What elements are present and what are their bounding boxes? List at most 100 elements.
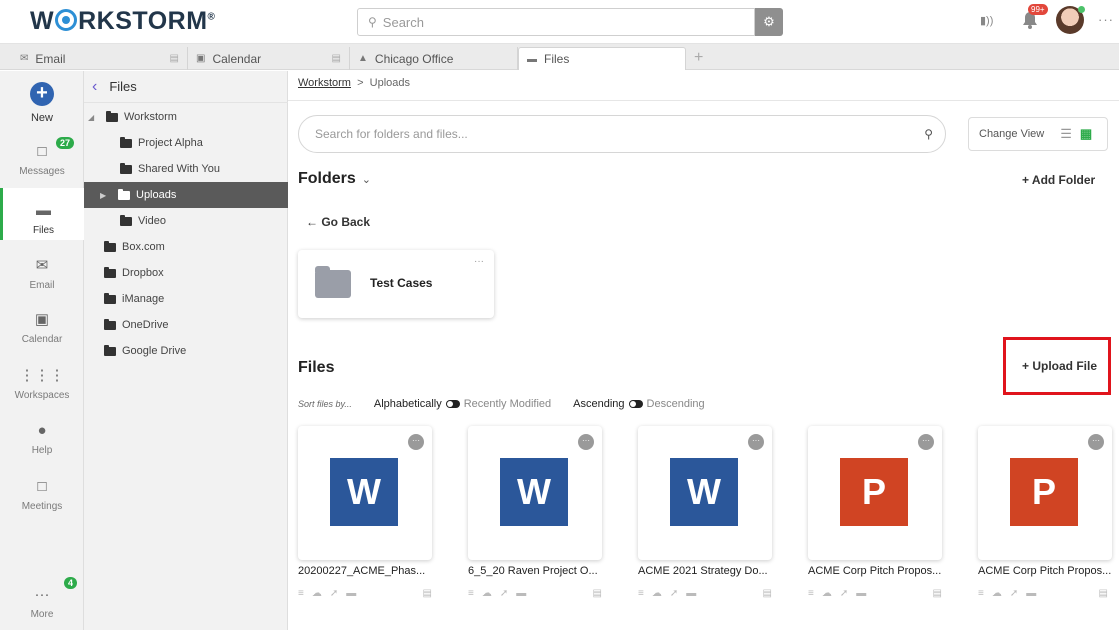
details-icon[interactable]: ≡: [298, 588, 304, 599]
file-card[interactable]: ··· W: [638, 426, 772, 560]
tree-item-selected[interactable]: ▶ Uploads: [84, 182, 288, 208]
file-name[interactable]: ACME 2021 Strategy Do...: [638, 565, 768, 577]
tree-item-label: Project Alpha: [138, 137, 203, 149]
rail-item-meetings[interactable]: □ Meetings: [0, 478, 84, 512]
share-icon[interactable]: ➚: [840, 588, 848, 599]
trash-icon[interactable]: ▤: [423, 588, 432, 599]
file-card[interactable]: ··· P: [808, 426, 942, 560]
file-card[interactable]: ··· W: [468, 426, 602, 560]
chevron-left-icon[interactable]: ‹: [92, 78, 97, 96]
file-menu-icon[interactable]: ···: [748, 434, 764, 450]
cloud-icon[interactable]: ☁: [652, 588, 662, 599]
rail-item-email[interactable]: ✉ Email: [0, 256, 84, 291]
sort-direction-toggle[interactable]: [628, 400, 643, 408]
trash-icon[interactable]: ▤: [1099, 588, 1108, 599]
tree-item[interactable]: ◢ Workstorm: [84, 104, 288, 130]
tree-item[interactable]: OneDrive: [84, 312, 288, 338]
folder-icon: ▬: [527, 53, 537, 65]
rail-label-messages: Messages: [19, 166, 65, 177]
rail-item-calendar[interactable]: ▣ Calendar: [0, 310, 84, 345]
file-card[interactable]: ··· W: [298, 426, 432, 560]
tree-item-label: Dropbox: [122, 267, 164, 279]
folder-icon: [120, 162, 132, 174]
new-button[interactable]: + New: [0, 82, 84, 124]
share-icon[interactable]: ➚: [1010, 588, 1018, 599]
more-options-icon[interactable]: ···: [1098, 12, 1114, 27]
move-folder-icon[interactable]: ▬: [516, 588, 526, 599]
breadcrumb-root-link[interactable]: Workstorm: [298, 77, 351, 89]
share-icon[interactable]: ➚: [500, 588, 508, 599]
rail-item-workspaces[interactable]: ⋮⋮⋮ Workspaces: [0, 366, 84, 401]
file-search-input[interactable]: Search for folders and files... ⚲: [298, 115, 946, 153]
details-icon[interactable]: ≡: [638, 588, 644, 599]
plus-icon: +: [30, 82, 54, 106]
file-name[interactable]: 20200227_ACME_Phas...: [298, 565, 425, 577]
cloud-icon[interactable]: ☁: [482, 588, 492, 599]
speaker-icon[interactable]: ▮)): [980, 14, 993, 27]
upload-file-button[interactable]: + Upload File: [1022, 359, 1097, 373]
tree-item[interactable]: iManage: [84, 286, 288, 312]
search-settings-button[interactable]: ⚙: [755, 8, 783, 36]
folders-heading[interactable]: Folders ⌄: [298, 170, 371, 188]
cloud-icon[interactable]: ☁: [312, 588, 322, 599]
details-icon[interactable]: ≡: [808, 588, 814, 599]
tab-calendar[interactable]: ▣ Calendar ▤: [188, 47, 350, 70]
move-folder-icon[interactable]: ▬: [686, 588, 696, 599]
file-actions: ≡ ☁ ➚ ▬ ▤: [638, 588, 772, 599]
rail-item-help[interactable]: ● Help: [0, 422, 84, 456]
rail-item-messages[interactable]: □ Messages: [0, 143, 84, 177]
tree-item[interactable]: Shared With You: [84, 156, 288, 182]
caret-right-icon[interactable]: ▶: [100, 191, 110, 200]
caret-down-icon[interactable]: ◢: [88, 113, 98, 122]
file-name[interactable]: ACME Corp Pitch Propos...: [808, 565, 941, 577]
tree-item[interactable]: Project Alpha: [84, 130, 288, 156]
global-search-input[interactable]: ⚲ Search: [357, 8, 755, 36]
file-name[interactable]: 6_5_20 Raven Project O...: [468, 565, 598, 577]
details-icon[interactable]: ≡: [468, 588, 474, 599]
add-tab-button[interactable]: +: [694, 49, 703, 67]
change-view-control[interactable]: Change View ☰ ▦: [968, 117, 1108, 151]
tree-item[interactable]: Box.com: [84, 234, 288, 260]
sort-recently-modified[interactable]: Recently Modified: [464, 398, 551, 410]
email-icon: ✉: [35, 257, 49, 274]
trash-icon[interactable]: ▤: [763, 588, 772, 599]
file-menu-icon[interactable]: ···: [918, 434, 934, 450]
sort-descending[interactable]: Descending: [647, 398, 705, 410]
word-file-icon: W: [330, 458, 398, 526]
move-folder-icon[interactable]: ▬: [1026, 588, 1036, 599]
list-view-icon[interactable]: ☰: [1060, 126, 1072, 142]
go-back-button[interactable]: ← Go Back: [306, 215, 370, 229]
search-icon[interactable]: ⚲: [924, 127, 933, 141]
cloud-icon[interactable]: ☁: [992, 588, 1002, 599]
rail-item-files[interactable]: ▬ Files: [0, 188, 84, 240]
messages-badge: 27: [56, 137, 75, 149]
sort-order-toggle[interactable]: [445, 400, 460, 408]
workstorm-logo[interactable]: W RKSTORM®: [30, 7, 215, 36]
cloud-icon[interactable]: ☁: [822, 588, 832, 599]
move-folder-icon[interactable]: ▬: [856, 588, 866, 599]
rail-item-more[interactable]: ··· More: [0, 586, 84, 620]
file-menu-icon[interactable]: ···: [578, 434, 594, 450]
sort-alphabetically[interactable]: Alphabetically: [374, 398, 442, 410]
file-name[interactable]: ACME Corp Pitch Propos...: [978, 565, 1111, 577]
grid-view-icon[interactable]: ▦: [1080, 126, 1092, 142]
tree-item[interactable]: Google Drive: [84, 338, 288, 364]
tab-email[interactable]: ✉ Email ▤: [12, 47, 188, 70]
add-folder-button[interactable]: + Add Folder: [1022, 173, 1095, 187]
tab-chicago-office[interactable]: ▲ Chicago Office: [350, 47, 518, 70]
tab-files[interactable]: ▬ Files: [518, 47, 686, 70]
file-menu-icon[interactable]: ···: [408, 434, 424, 450]
file-menu-icon[interactable]: ···: [1088, 434, 1104, 450]
tree-item[interactable]: Video: [84, 208, 288, 234]
sort-ascending[interactable]: Ascending: [573, 398, 624, 410]
trash-icon[interactable]: ▤: [933, 588, 942, 599]
trash-icon[interactable]: ▤: [593, 588, 602, 599]
share-icon[interactable]: ➚: [670, 588, 678, 599]
folder-card-menu-icon[interactable]: ···: [474, 256, 484, 267]
move-folder-icon[interactable]: ▬: [346, 588, 356, 599]
details-icon[interactable]: ≡: [978, 588, 984, 599]
file-card[interactable]: ··· P: [978, 426, 1112, 560]
tree-item[interactable]: Dropbox: [84, 260, 288, 286]
share-icon[interactable]: ➚: [330, 588, 338, 599]
folder-icon: [118, 188, 130, 200]
